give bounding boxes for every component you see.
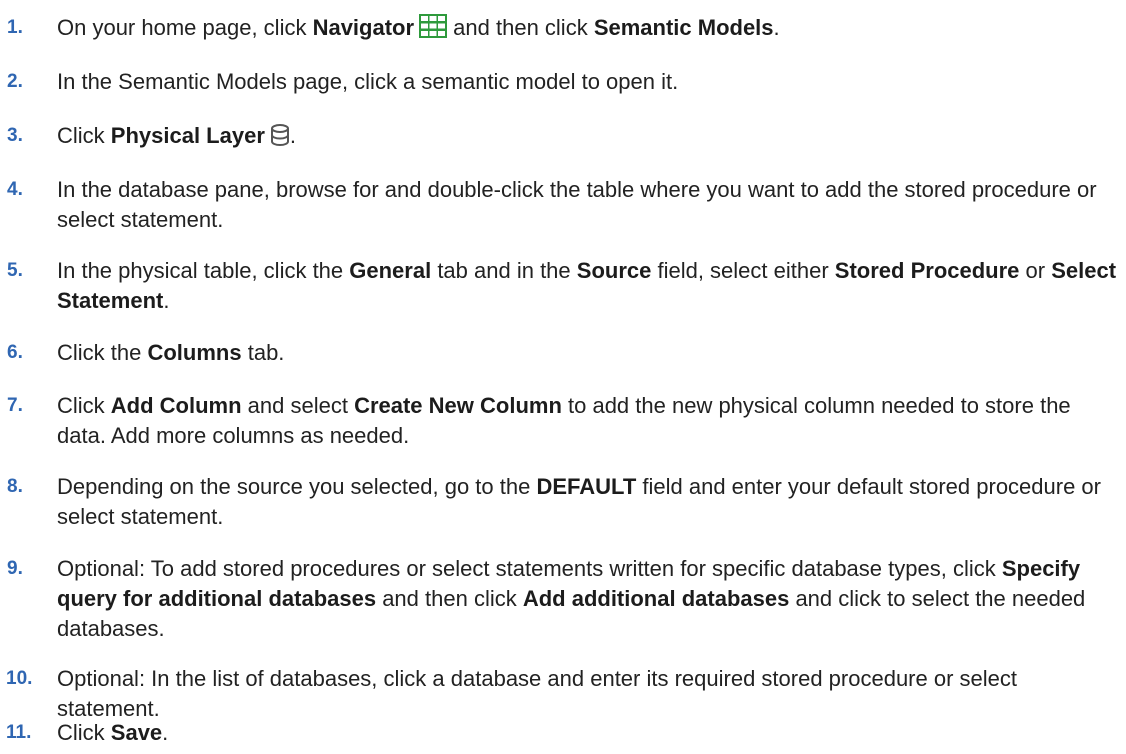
step-text: Click Add Column and select Create New C… <box>57 393 1071 448</box>
step-text: In the Semantic Models page, click a sem… <box>57 69 679 94</box>
step-1: 1. On your home page, click Navigator an… <box>0 13 1120 46</box>
ui-term: Source <box>576 258 652 283</box>
ui-term: Physical Layer <box>110 123 265 148</box>
step-text: Optional: To add stored procedures or se… <box>57 556 1086 641</box>
step-number: 4. <box>7 179 23 200</box>
step-3: 3. Click Physical Layer. <box>0 121 1120 154</box>
step-number: 10. <box>6 668 33 689</box>
step-7: 7. Click Add Column and select Create Ne… <box>0 391 1120 451</box>
step-number: 8. <box>7 476 23 497</box>
step-number: 11. <box>6 722 32 743</box>
grid-icon <box>419 14 448 46</box>
ui-term: DEFAULT <box>536 474 637 499</box>
database-icon <box>270 124 290 154</box>
step-text: Depending on the source you selected, go… <box>57 474 1101 529</box>
step-number: 5. <box>7 260 23 281</box>
step-text: Click Physical Layer. <box>57 121 1120 154</box>
ui-term: General <box>349 258 432 283</box>
step-number: 2. <box>7 71 23 92</box>
step-9: 9. Optional: To add stored procedures or… <box>0 554 1120 644</box>
step-5: 5. In the physical table, click the Gene… <box>0 256 1120 316</box>
step-11: 11. Click Save. <box>0 718 1120 748</box>
step-text: In the physical table, click the General… <box>57 258 1117 313</box>
ui-term: Columns <box>147 340 242 365</box>
step-text: Click Save. <box>57 720 169 745</box>
step-number: 9. <box>7 558 23 579</box>
step-number: 7. <box>7 395 23 416</box>
ui-term: Create New Column <box>354 393 562 418</box>
step-number: 3. <box>7 125 23 146</box>
ui-term: Add additional databases <box>522 586 790 611</box>
ui-term: Navigator <box>312 15 415 40</box>
step-text: Optional: In the list of databases, clic… <box>57 666 1017 721</box>
ui-term: Save <box>110 720 163 745</box>
ui-term: Stored Procedure <box>834 258 1020 283</box>
step-8: 8. Depending on the source you selected,… <box>0 472 1120 532</box>
step-10: 10. Optional: In the list of databases, … <box>0 664 1120 724</box>
step-text: On your home page, click Navigator and t… <box>57 13 1120 46</box>
step-6: 6. Click the Columns tab. <box>0 338 1120 368</box>
ui-term: Semantic Models <box>593 15 774 40</box>
step-2: 2. In the Semantic Models page, click a … <box>0 67 1120 97</box>
step-text: In the database pane, browse for and dou… <box>57 177 1097 232</box>
ui-term: Add Column <box>110 393 242 418</box>
step-number: 1. <box>7 17 23 38</box>
step-4: 4. In the database pane, browse for and … <box>0 175 1120 235</box>
step-number: 6. <box>7 342 23 363</box>
step-text: Click the Columns tab. <box>57 340 285 365</box>
